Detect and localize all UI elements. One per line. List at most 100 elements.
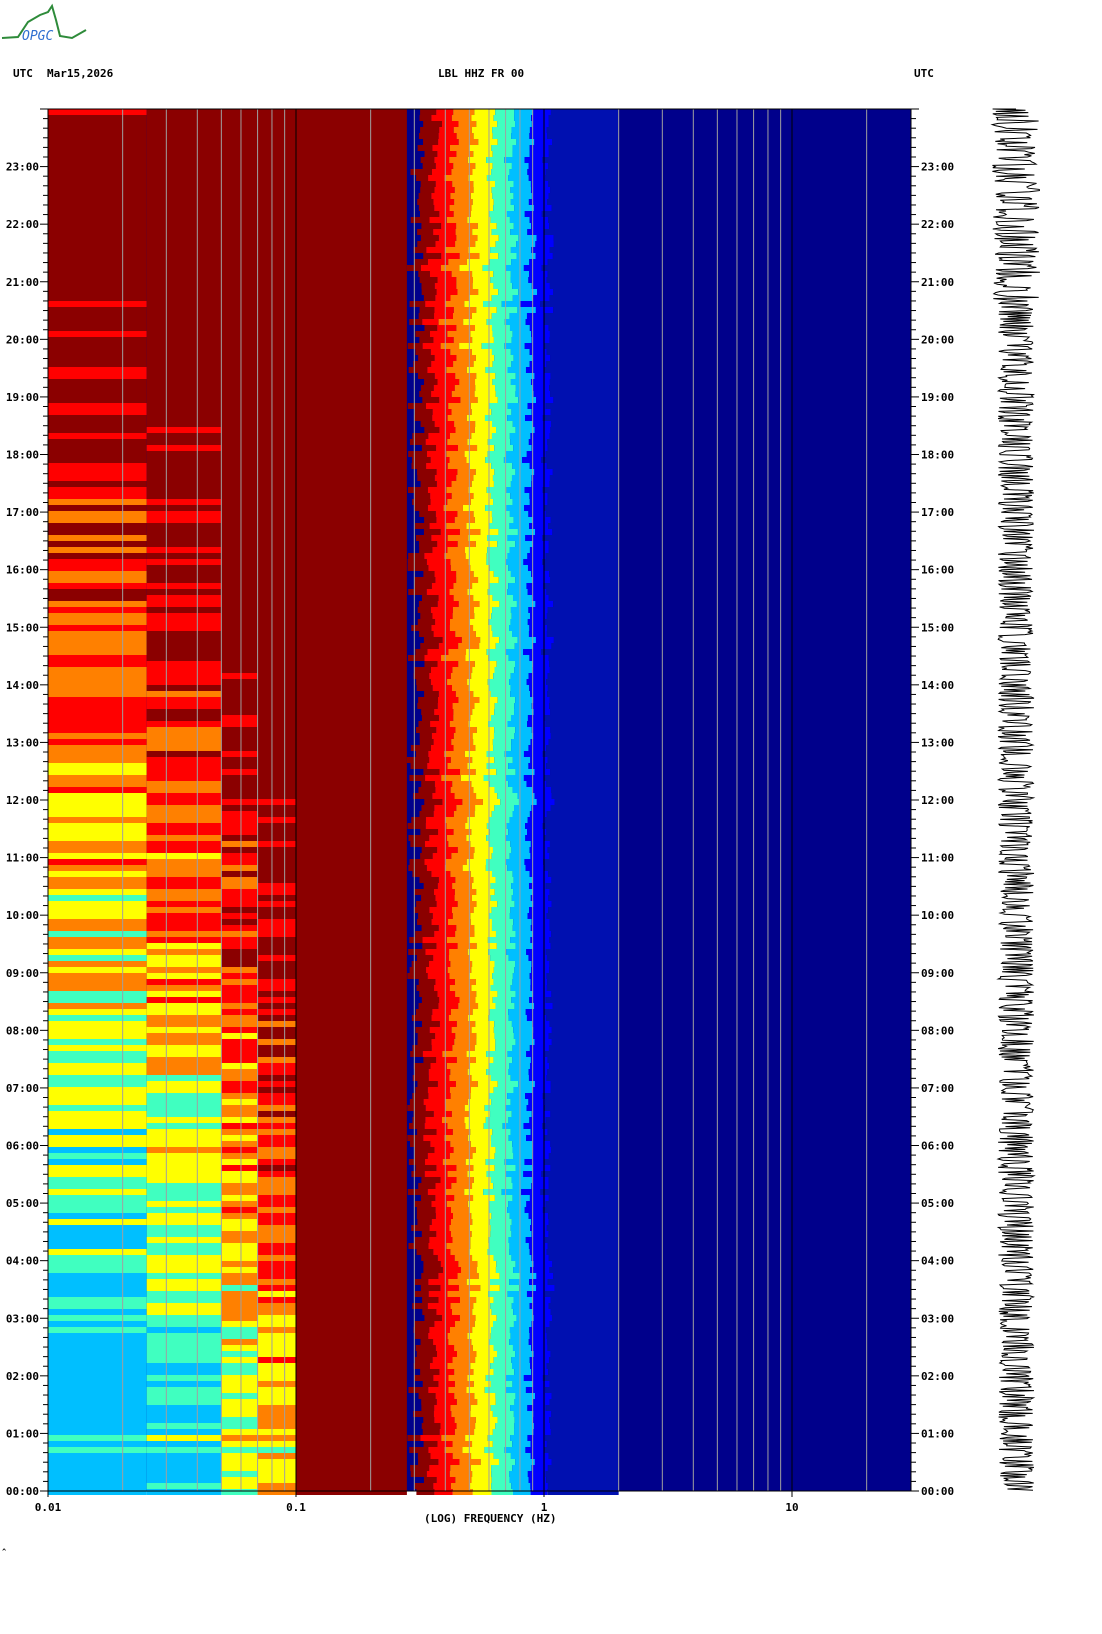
heatmap-cell	[48, 529, 147, 535]
heatmap-cell	[296, 667, 407, 673]
heatmap-cell	[296, 661, 407, 667]
heatmap-cell	[493, 1087, 514, 1093]
heatmap-cell	[419, 277, 438, 283]
heatmap-cell	[407, 487, 428, 493]
heatmap-cell	[531, 1345, 548, 1351]
heatmap-cell	[221, 1243, 258, 1249]
heatmap-cell	[48, 1201, 147, 1207]
heatmap-cell	[432, 145, 450, 151]
heatmap-cell	[146, 1213, 222, 1219]
heatmap-cell	[467, 439, 488, 445]
heatmap-cell	[257, 223, 296, 229]
heatmap-cell	[221, 949, 258, 955]
heatmap-cell	[434, 205, 450, 211]
heatmap-cell	[433, 811, 454, 817]
heatmap-cell	[549, 925, 619, 931]
heatmap-cell	[549, 247, 619, 253]
heatmap-cell	[452, 1453, 472, 1459]
heatmap-cell	[146, 199, 222, 205]
heatmap-cell	[453, 745, 476, 751]
heatmap-cell	[48, 739, 147, 745]
heatmap-cell	[527, 229, 544, 235]
heatmap-cell	[551, 793, 619, 799]
heatmap-cell	[527, 619, 546, 625]
heatmap-cell	[465, 823, 487, 829]
heatmap-cell	[221, 1069, 258, 1075]
heatmap-cell	[48, 1009, 147, 1015]
heatmap-cell	[548, 739, 619, 745]
heatmap-cell	[542, 535, 619, 541]
heatmap-cell	[146, 181, 222, 187]
heatmap-cell	[146, 1111, 222, 1117]
heatmap-cell	[440, 529, 460, 535]
heatmap-cell	[476, 991, 498, 997]
heatmap-cell	[48, 463, 147, 469]
heatmap-cell	[474, 931, 496, 937]
heatmap-cell	[444, 247, 469, 253]
heatmap-cell	[431, 871, 451, 877]
heatmap-cell	[471, 1213, 492, 1219]
heatmap-cell	[512, 463, 530, 469]
heatmap-cell	[449, 205, 472, 211]
heatmap-cell	[477, 223, 497, 229]
heatmap-cell	[296, 643, 407, 649]
heatmap-cell	[472, 1441, 493, 1447]
heatmap-cell	[545, 1201, 619, 1207]
heatmap-cell	[48, 373, 147, 379]
heatmap-cell	[146, 1423, 222, 1429]
heatmap-cell	[543, 859, 619, 865]
heatmap-cell	[534, 769, 551, 775]
heatmap-cell	[545, 1051, 619, 1057]
heatmap-cell	[546, 973, 619, 979]
heatmap-cell	[450, 787, 474, 793]
heatmap-cell	[493, 733, 515, 739]
heatmap-cell	[296, 823, 407, 829]
heatmap-cell	[511, 1255, 532, 1261]
heatmap-cell	[423, 253, 442, 259]
heatmap-cell	[483, 775, 506, 781]
heatmap-cell	[511, 1021, 533, 1027]
heatmap-cell	[428, 433, 450, 439]
heatmap-cell	[515, 943, 533, 949]
heatmap-cell	[551, 421, 619, 427]
heatmap-cell	[146, 1369, 222, 1375]
heatmap-cell	[146, 1315, 222, 1321]
heatmap-cell	[489, 1339, 510, 1345]
y-tick-label-right: 16:00	[921, 564, 954, 577]
heatmap-cell	[457, 469, 476, 475]
heatmap-cell	[417, 475, 435, 481]
heatmap-cell	[504, 1447, 526, 1453]
heatmap-cell	[456, 805, 476, 811]
heatmap-cell	[432, 793, 455, 799]
heatmap-cell	[441, 1315, 460, 1321]
heatmap-cell	[473, 739, 493, 745]
heatmap-cell	[423, 637, 443, 643]
heatmap-cell	[415, 1165, 437, 1171]
heatmap-cell	[48, 181, 147, 187]
heatmap-cell	[550, 727, 619, 733]
heatmap-cell	[257, 1021, 296, 1027]
heatmap-cell	[512, 295, 533, 301]
heatmap-cell	[296, 703, 407, 709]
heatmap-cell	[296, 115, 407, 121]
heatmap-cell	[452, 613, 475, 619]
heatmap-cell	[510, 481, 532, 487]
heatmap-cell	[543, 1159, 619, 1165]
y-tick-label-right: 13:00	[921, 736, 954, 749]
heatmap-cell	[422, 319, 439, 325]
heatmap-cell	[221, 637, 258, 643]
heatmap-cell	[410, 841, 425, 847]
heatmap-cell	[470, 1483, 492, 1489]
heatmap-cell	[296, 163, 407, 169]
heatmap-cell	[296, 1327, 407, 1333]
heatmap-cell	[146, 1141, 222, 1147]
heatmap-cell	[221, 1483, 258, 1489]
heatmap-cell	[414, 1375, 434, 1381]
heatmap-cell	[493, 499, 513, 505]
heatmap-cell	[549, 697, 619, 703]
heatmap-cell	[548, 151, 619, 157]
heatmap-cell	[492, 331, 513, 337]
heatmap-cell	[446, 487, 469, 493]
heatmap-cell	[221, 1423, 258, 1429]
heatmap-cell	[495, 877, 514, 883]
